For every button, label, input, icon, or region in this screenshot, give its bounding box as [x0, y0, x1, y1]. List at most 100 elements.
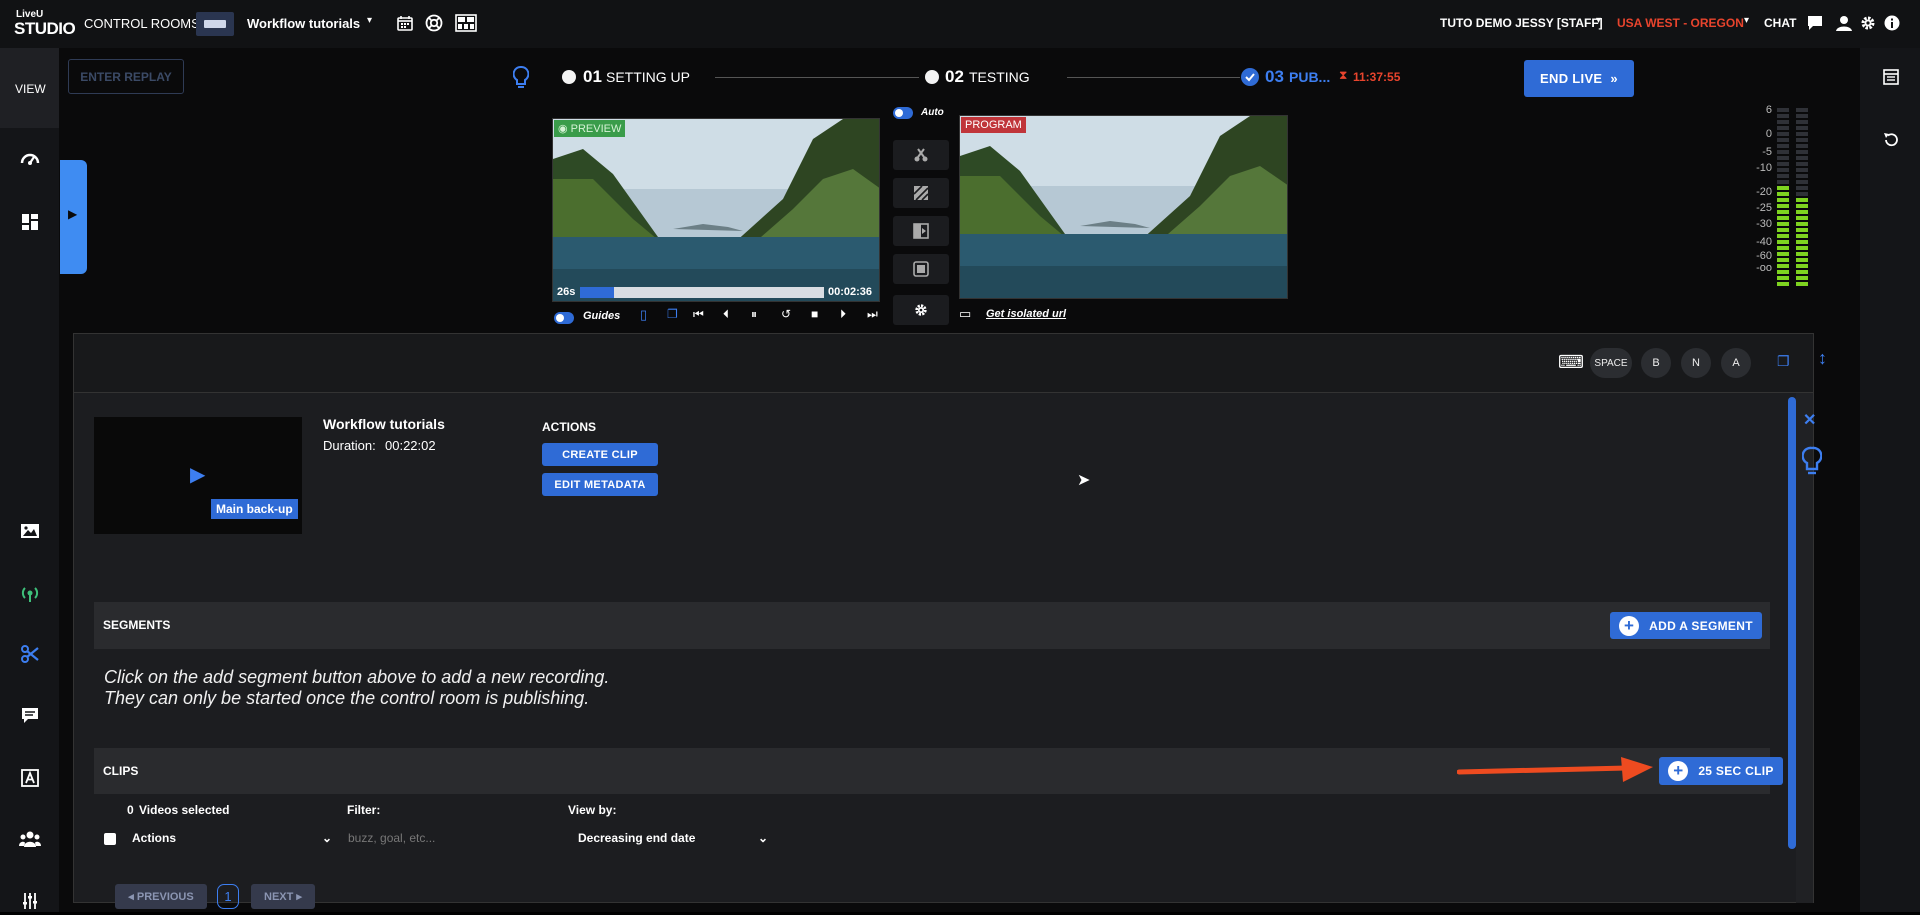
- edit-metadata-button[interactable]: EDIT METADATA: [542, 473, 658, 496]
- layout-grid-icon[interactable]: [16, 208, 44, 236]
- wipe-transition-button[interactable]: [893, 216, 949, 246]
- audio-meter-segment: [1796, 282, 1808, 286]
- playback-progress-fill: [580, 287, 615, 298]
- help-lightbulb-icon[interactable]: [1801, 446, 1823, 478]
- n-key-shortcut[interactable]: N: [1681, 348, 1711, 378]
- resize-vertical-icon[interactable]: ↕: [1818, 348, 1827, 369]
- viewby-select[interactable]: Decreasing end date ⌄: [578, 826, 768, 850]
- support-icon[interactable]: [425, 14, 443, 32]
- sliders-icon[interactable]: [16, 887, 44, 915]
- tips-lightbulb-icon[interactable]: [512, 66, 530, 90]
- info-icon[interactable]: [1883, 14, 1901, 32]
- calendar-icon[interactable]: [396, 14, 414, 32]
- user-icon[interactable]: [1835, 14, 1853, 32]
- audio-meter-segment: [1796, 216, 1808, 220]
- mix-transition-button[interactable]: [893, 178, 949, 208]
- fade-transition-button[interactable]: [893, 254, 949, 284]
- actions-select[interactable]: Actions ⌄: [132, 826, 332, 850]
- audio-meter-segment: [1777, 132, 1789, 136]
- end-live-button[interactable]: END LIVE »: [1524, 60, 1634, 97]
- close-icon[interactable]: ✕: [1803, 410, 1816, 430]
- comment-icon[interactable]: [16, 702, 44, 730]
- step-3-label[interactable]: PUB...: [1289, 69, 1330, 85]
- get-isolated-url-link[interactable]: Get isolated url: [986, 308, 1066, 320]
- layers-icon[interactable]: ❐: [667, 307, 678, 321]
- auto-toggle[interactable]: [893, 107, 913, 119]
- audio-meter-segment: [1777, 228, 1789, 232]
- segments-message-line-2: They can only be started once the contro…: [104, 688, 590, 708]
- audio-meter-segment: [1796, 264, 1808, 268]
- step-2-label[interactable]: TESTING: [969, 69, 1030, 85]
- history-undo-icon[interactable]: [1883, 132, 1899, 148]
- mix-icon: [913, 185, 929, 201]
- step-1-label[interactable]: SETTING UP: [606, 69, 690, 85]
- enter-replay-button[interactable]: ENTER REPLAY: [68, 59, 184, 94]
- preview-monitor[interactable]: ◉ PREVIEW 26s 00:02:36: [552, 118, 880, 302]
- user-menu[interactable]: TUTO DEMO JESSY [STAFF]: [1440, 16, 1603, 30]
- audio-meter-segment: [1777, 114, 1789, 118]
- dashboard-gauge-icon[interactable]: [16, 145, 44, 173]
- keyboard-icon[interactable]: ⌨: [1558, 352, 1584, 373]
- step-2-indicator: [925, 70, 939, 84]
- program-monitor[interactable]: PROGRAM: [959, 115, 1288, 299]
- audio-meter-segment: [1777, 234, 1789, 238]
- media-gallery-icon[interactable]: [16, 517, 44, 545]
- audio-meter-segment: [1777, 258, 1789, 262]
- a-key-shortcut[interactable]: A: [1721, 348, 1751, 378]
- 25-sec-clip-button[interactable]: + 25 SEC CLIP: [1659, 757, 1783, 785]
- previous-page-button[interactable]: ◂ PREVIOUS: [115, 884, 207, 909]
- replay-icon[interactable]: ↺: [781, 307, 791, 321]
- audio-meter-tick: -30: [1756, 218, 1772, 230]
- top-bar: LiveU STUDIO CONTROL ROOMS Workflow tuto…: [0, 0, 1920, 48]
- nav-item-view[interactable]: VIEW: [0, 48, 59, 128]
- team-users-icon[interactable]: [16, 825, 44, 853]
- clip-scissors-icon[interactable]: [16, 640, 44, 668]
- page-number[interactable]: 1: [217, 884, 239, 909]
- skip-to-end-icon[interactable]: ⏭: [867, 307, 878, 322]
- next-frame-icon[interactable]: ⏵: [840, 307, 846, 322]
- skip-to-start-icon[interactable]: ⏮: [693, 307, 704, 322]
- segments-title: SEGMENTS: [103, 618, 171, 632]
- audio-meter-segment: [1796, 270, 1808, 274]
- rundown-list-icon[interactable]: [1883, 69, 1899, 85]
- filter-input[interactable]: buzz, goal, etc...: [348, 826, 528, 850]
- mobile-icon[interactable]: ▯: [640, 307, 647, 323]
- cut-transition-button[interactable]: [893, 140, 949, 170]
- live-signal-icon[interactable]: [16, 579, 44, 607]
- region-selector[interactable]: USA WEST - OREGON: [1617, 16, 1744, 30]
- add-segment-button[interactable]: + ADD A SEGMENT: [1610, 612, 1762, 639]
- panel-scrollbar[interactable]: [1788, 397, 1796, 849]
- guides-toggle[interactable]: [554, 312, 574, 324]
- create-clip-button[interactable]: CREATE CLIP: [542, 443, 658, 466]
- recording-thumbnail[interactable]: ▶ Main back-up: [94, 417, 302, 534]
- monitor-icon[interactable]: ▭: [959, 306, 971, 322]
- step-3-check-icon: [1241, 68, 1259, 86]
- settings-gear-icon[interactable]: [1859, 14, 1877, 32]
- pause-icon[interactable]: ⏸: [751, 307, 757, 322]
- transition-settings-button[interactable]: [893, 295, 949, 325]
- text-overlay-icon[interactable]: [16, 764, 44, 792]
- user-caret-icon[interactable]: ▾: [1596, 15, 1601, 26]
- play-icon[interactable]: ▶: [190, 462, 205, 487]
- region-caret-icon[interactable]: ▾: [1744, 15, 1749, 26]
- fade-icon: [913, 261, 929, 277]
- chat-label[interactable]: CHAT: [1764, 16, 1796, 30]
- space-key-shortcut[interactable]: SPACE: [1590, 348, 1632, 378]
- panel-expand-tab[interactable]: ▶: [60, 160, 87, 274]
- audio-meter-tick: -5: [1762, 146, 1772, 158]
- control-rooms-link[interactable]: CONTROL ROOMS: [84, 16, 200, 31]
- playback-progress-bar[interactable]: [580, 287, 824, 298]
- previous-frame-icon[interactable]: ⏴: [723, 307, 729, 322]
- left-nav: VIEW: [0, 48, 61, 915]
- liveu-studio-logo[interactable]: LiveU STUDIO: [14, 9, 76, 39]
- room-name[interactable]: Workflow tutorials: [247, 16, 360, 31]
- multiview-icon[interactable]: [455, 14, 477, 32]
- audio-meter-segment: [1777, 222, 1789, 226]
- stop-icon[interactable]: ■: [811, 307, 818, 321]
- select-all-checkbox[interactable]: [104, 833, 116, 845]
- chat-icon[interactable]: [1806, 14, 1824, 32]
- b-key-shortcut[interactable]: B: [1641, 348, 1671, 378]
- room-dropdown-caret-icon[interactable]: ▾: [367, 15, 372, 26]
- next-page-button[interactable]: NEXT ▸: [251, 884, 315, 909]
- stack-icon[interactable]: ❐: [1777, 353, 1790, 370]
